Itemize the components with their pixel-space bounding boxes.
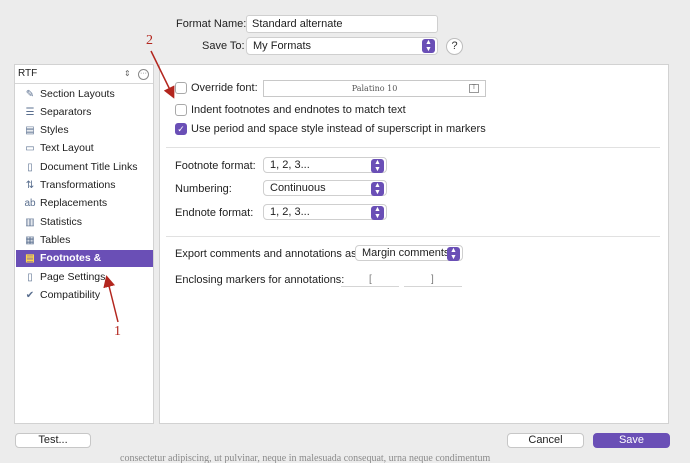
annotation-label-2: 2 <box>146 33 153 48</box>
annotation-arrow-2 <box>150 50 175 99</box>
annotation-overlay <box>103 50 175 323</box>
annotation-label-1: 1 <box>114 324 121 339</box>
annotation-arrow-1 <box>103 275 119 323</box>
